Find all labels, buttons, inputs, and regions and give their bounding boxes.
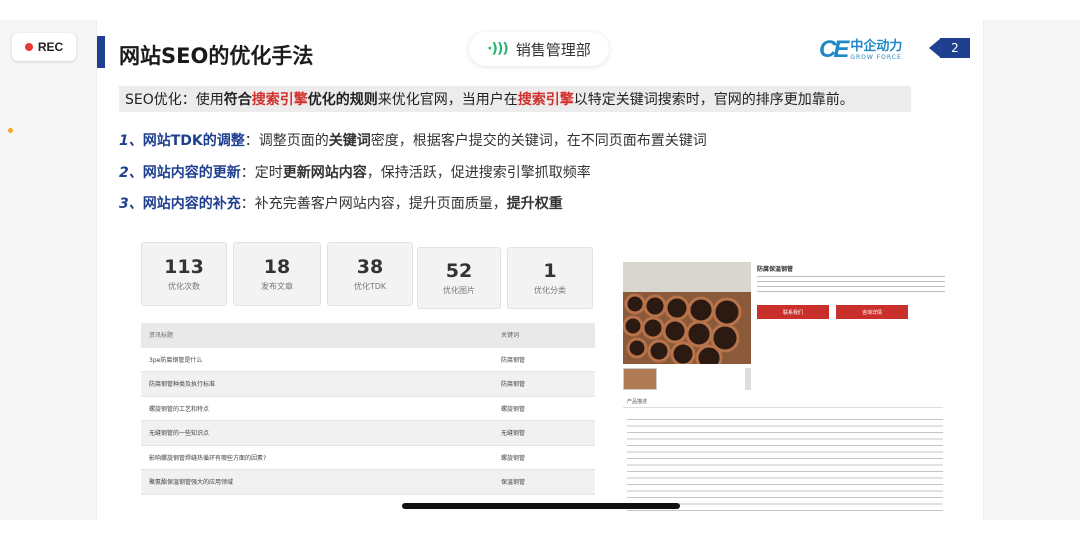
point-number: 3、	[119, 196, 143, 212]
column-header: 资讯标题	[149, 332, 174, 340]
article-title: 聚氨酯保温钢管强大的应用领域	[149, 479, 234, 487]
article-keyword: 螺旋钢管	[501, 405, 526, 413]
sound-wave-icon: ·)))	[487, 41, 508, 57]
right-margin	[984, 20, 1080, 520]
point-1: 1、网站TDK的调整：调整页面的关键词密度，根据客户提交的关键词，在不同页面布置…	[119, 130, 707, 150]
table-row[interactable]: 3pe防腐钢管是什么 防腐钢管	[141, 348, 595, 372]
meeting-speaker-pill[interactable]: ·))) 销售管理部	[469, 32, 609, 66]
article-title: 防腐钢管种类及执行标准	[149, 381, 216, 389]
point-3: 3、网站内容的补充：补充完善客户网站内容，提升页面质量，提升权重	[119, 193, 563, 213]
thumbnail-strip	[623, 368, 751, 390]
article-title: 螺旋钢管的工艺和特点	[149, 405, 210, 413]
point-bold: 更新网站内容	[282, 165, 367, 181]
column-header: 关键词	[501, 332, 520, 340]
page-number: 2	[940, 38, 970, 58]
point-text: ：定时	[240, 165, 283, 181]
slide-title: 网站SEO的优化手法	[119, 44, 314, 68]
title-accent-bar	[97, 36, 105, 68]
intro-text: 优化的规则	[307, 92, 378, 108]
stat-label: 优化TDK	[353, 282, 387, 291]
article-keyword: 无缝钢管	[501, 430, 526, 438]
product-title: 防腐保温钢管	[757, 266, 794, 273]
point-heading: 网站内容的补充	[142, 196, 241, 212]
steel-pipes-image	[623, 262, 751, 364]
point-bold: 关键词	[328, 133, 371, 149]
slide: 网站SEO的优化手法 ·))) 销售管理部 CE 中企动力 GROW FORCE…	[96, 20, 984, 520]
point-text: ：补充完善客户网站内容，提升页面质量，	[240, 196, 507, 212]
table-row[interactable]: 无缝钢管的一些知识点 无缝钢管	[141, 421, 595, 446]
product-body-text	[627, 416, 943, 516]
intro-text: 符合	[223, 92, 252, 108]
intro-highlight: 搜索引擎	[517, 92, 574, 108]
stat-card: 1 优化分类	[507, 247, 593, 309]
product-page-preview: 防腐保温钢管 联系我们 咨询详情 产品描述	[621, 256, 947, 520]
logo-name-cn: 中企动力	[850, 38, 903, 54]
product-description-tab[interactable]: 产品描述	[623, 398, 943, 408]
article-keyword: 防腐钢管	[501, 381, 526, 389]
stat-value: 18	[263, 256, 291, 278]
stat-value: 52	[445, 260, 473, 282]
stat-value: 113	[164, 256, 204, 278]
article-title: 3pe防腐钢管是什么	[149, 356, 203, 364]
table-row[interactable]: 影响螺旋钢管焊缝热循环有哪些方面的因素? 螺旋钢管	[141, 446, 595, 470]
stat-label: 优化图片	[443, 286, 475, 295]
point-text: 密度，根据客户提交的关键词，在不同页面布置关键词	[370, 133, 707, 149]
product-description	[757, 274, 945, 296]
point-heading: 网站TDK的调整	[142, 133, 245, 149]
point-number: 2、	[119, 165, 143, 181]
point-number: 1、	[119, 133, 143, 149]
intro-highlight: 搜索引擎	[251, 92, 308, 108]
left-margin	[0, 20, 96, 520]
inquiry-button[interactable]: 咨询详情	[836, 305, 908, 319]
orange-dot-icon	[8, 128, 13, 133]
point-2: 2、网站内容的更新：定时更新网站内容，保持活跃，促进搜索引擎抓取频率	[119, 162, 591, 182]
rec-label: REC	[37, 40, 64, 54]
thumbnail[interactable]	[623, 368, 657, 390]
rec-indicator[interactable]: REC	[12, 33, 76, 61]
company-logo: CE 中企动力 GROW FORCE	[819, 36, 902, 64]
stat-card: 38 优化TDK	[327, 242, 413, 306]
point-text: ，保持活跃，促进搜索引擎抓取频率	[366, 165, 591, 181]
table-row[interactable]: 螺旋钢管的工艺和特点 螺旋钢管	[141, 397, 595, 421]
table-row[interactable]: 聚氨酯保温钢管强大的应用领域 保温钢管	[141, 470, 595, 495]
stat-value: 1	[543, 260, 557, 282]
intro-banner: SEO优化：使用 符合 搜索引擎 优化的规则 来优化官网，当用户在 搜索引擎 以特定关键词搜…	[119, 86, 911, 112]
next-arrow-icon[interactable]	[745, 368, 751, 390]
article-title: 无缝钢管的一些知识点	[149, 430, 210, 438]
horizontal-scrollbar[interactable]	[402, 503, 680, 509]
logo-name-en: GROW FORCE	[850, 53, 902, 61]
intro-text: 以特定关键词搜索时，官网的排序更加靠前。	[573, 92, 854, 108]
intro-text: SEO优化：使用	[125, 92, 224, 108]
stat-card: 52 优化图片	[417, 247, 501, 309]
table-row[interactable]: 防腐钢管种类及执行标准 防腐钢管	[141, 372, 595, 397]
logo-mark: CE	[819, 36, 849, 63]
stat-label: 优化次数	[168, 282, 200, 291]
table-header-row: 资讯标题 关键词	[141, 323, 595, 348]
stat-value: 38	[356, 256, 384, 278]
point-bold: 提升权重	[506, 196, 563, 212]
article-title: 影响螺旋钢管焊缝热循环有哪些方面的因素?	[149, 454, 267, 462]
stat-label: 发布文章	[261, 282, 293, 291]
article-table: 资讯标题 关键词 3pe防腐钢管是什么 防腐钢管 防腐钢管种类及执行标准 防腐钢…	[141, 323, 595, 495]
contact-button[interactable]: 联系我们	[757, 305, 829, 319]
record-dot-icon	[24, 43, 33, 51]
point-text: ：调整页面的	[244, 133, 329, 149]
article-keyword: 螺旋钢管	[501, 454, 526, 462]
point-heading: 网站内容的更新	[142, 165, 241, 181]
intro-text: 来优化官网，当用户在	[377, 92, 518, 108]
meeting-speaker-name: 销售管理部	[515, 40, 591, 59]
stat-label: 优化分类	[534, 286, 566, 295]
stat-card: 18 发布文章	[233, 242, 321, 306]
article-keyword: 保温钢管	[501, 479, 526, 487]
stat-card: 113 优化次数	[141, 242, 227, 306]
article-keyword: 防腐钢管	[501, 356, 526, 364]
